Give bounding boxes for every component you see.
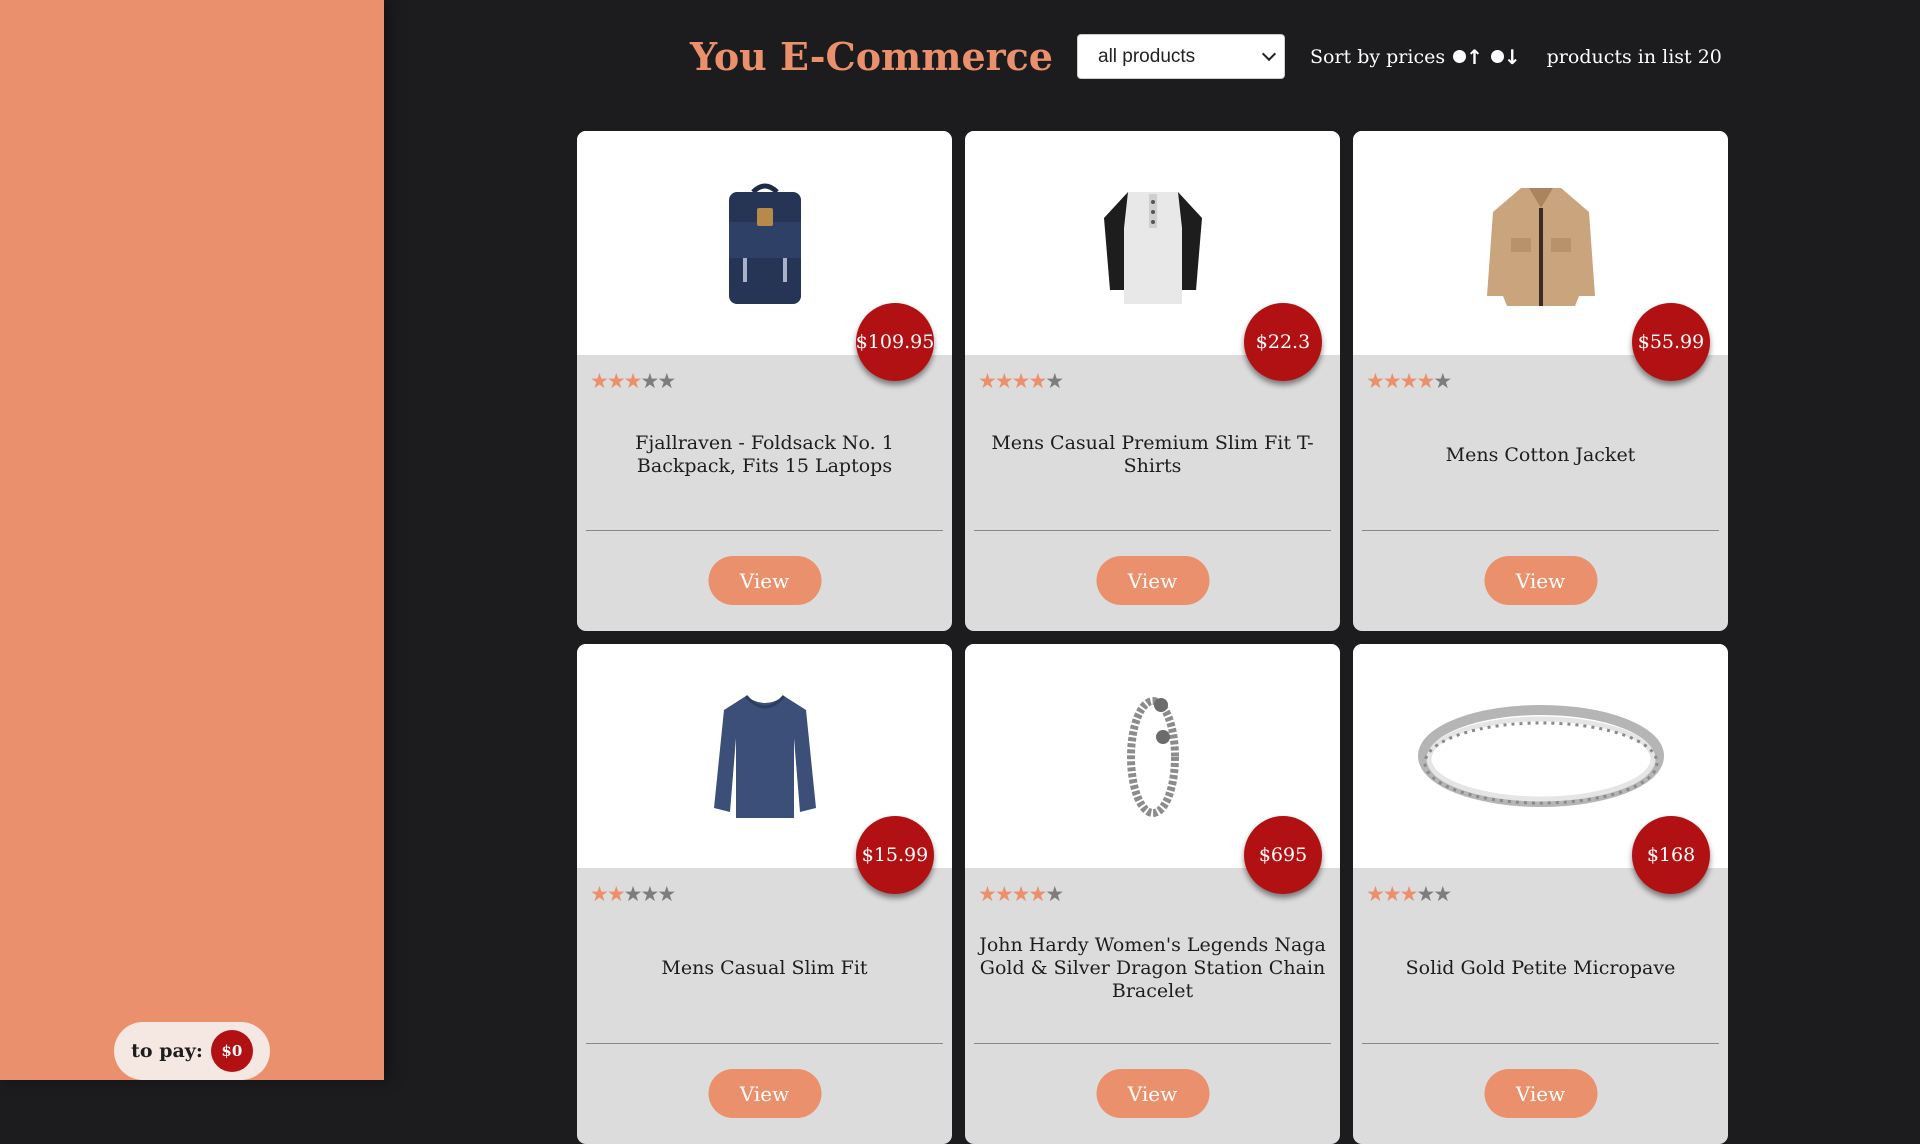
star-icon: ★ [590,369,609,393]
star-icon: ★ [1045,369,1064,393]
arrow-up-icon: ↑ [1466,44,1483,69]
sort-label: Sort by prices [1310,45,1446,68]
price-badge: $22.3 [1244,303,1322,381]
rating-stars: ★★★★★ [1366,369,1452,393]
star-icon: ★ [1399,882,1419,906]
divider [1362,1043,1719,1044]
divider [586,530,943,531]
divider [586,1043,943,1044]
jacket-icon [1486,188,1595,306]
product-name: Mens Casual Premium Slim Fit T-Shirts [991,432,1314,477]
product-card: $109.95 ★★★★★ Fjallraven - Foldsack No. … [577,131,952,631]
rating-stars: ★★★★★ [978,882,1064,906]
view-button[interactable]: View [1484,1069,1597,1118]
chevron-down-icon [1261,46,1277,62]
star-icon: ★ [1433,882,1452,906]
price-badge: $15.99 [856,816,934,894]
star-icon: ★ [978,882,997,906]
star-icon: ★ [606,882,626,906]
star-icon: ★ [606,369,626,393]
product-name: John Hardy Women's Legends Naga Gold & S… [979,933,1326,1002]
bracelet-icon [1126,697,1179,817]
backpack-icon [728,183,801,304]
product-name: Solid Gold Petite Micropave [1405,956,1676,979]
ring-icon [1417,705,1664,807]
star-icon: ★ [657,882,676,906]
star-icon: ★ [1028,882,1047,906]
star-icon: ★ [623,882,643,906]
divider [1362,530,1719,531]
product-card: $55.99 ★★★★★ Mens Cotton Jacket View [1353,131,1728,631]
category-select-value: all products [1098,45,1196,67]
star-icon: ★ [994,882,1014,906]
to-pay-pill[interactable]: to pay: $0 [114,1022,270,1080]
product-name: Fjallraven - Foldsack No. 1 Backpack, Fi… [635,432,894,477]
price-badge: $55.99 [1632,303,1710,381]
star-icon: ★ [640,882,659,906]
star-icon: ★ [1399,369,1419,393]
product-name: Mens Casual Slim Fit [661,956,868,979]
star-icon: ★ [1416,369,1435,393]
star-icon: ★ [1433,369,1452,393]
product-name: Mens Cotton Jacket [1445,443,1636,466]
divider [974,1043,1331,1044]
star-icon: ★ [1366,369,1385,393]
price-badge: $109.95 [856,303,934,381]
star-icon: ★ [1416,882,1435,906]
sort-ascending-radio[interactable] [1453,50,1467,63]
divider [974,530,1331,531]
star-icon: ★ [1382,882,1402,906]
star-icon: ★ [994,369,1014,393]
view-button[interactable]: View [708,1069,821,1118]
star-icon: ★ [640,369,659,393]
arrow-down-icon: ↓ [1503,44,1521,69]
rating-stars: ★★★★★ [978,369,1064,393]
star-icon: ★ [978,369,997,393]
price-badge: $168 [1632,816,1710,894]
star-icon: ★ [590,882,609,906]
star-icon: ★ [1366,882,1385,906]
rating-stars: ★★★★★ [590,369,676,393]
to-pay-amount: $0 [210,1030,253,1072]
star-icon: ★ [1382,369,1402,393]
product-count: products in list 20 [1546,45,1722,68]
product-grid: $109.95 ★★★★★ Fjallraven - Foldsack No. … [577,131,1728,1144]
header: You E-Commerce all products Sort by pric… [690,33,1722,80]
longsleeve-icon [713,694,816,818]
star-icon: ★ [1045,882,1064,906]
rating-stars: ★★★★★ [1366,882,1452,906]
star-icon: ★ [1011,369,1031,393]
star-icon: ★ [657,369,676,393]
view-button[interactable]: View [708,556,821,605]
page-title: You E-Commerce [690,34,1053,79]
star-icon: ★ [1028,369,1047,393]
cart-sidebar: to pay: $0 [0,0,384,1080]
tshirt-icon [1103,192,1202,304]
view-button[interactable]: View [1096,1069,1209,1118]
to-pay-label: to pay: [131,1040,203,1062]
category-select[interactable]: all products [1077,34,1285,79]
sort-descending-radio[interactable] [1490,50,1504,63]
star-icon: ★ [1011,882,1031,906]
product-card: $168 ★★★★★ Solid Gold Petite Micropave V… [1353,644,1728,1144]
view-button[interactable]: View [1096,556,1209,605]
star-icon: ★ [623,369,643,393]
product-card: $15.99 ★★★★★ Mens Casual Slim Fit View [577,644,952,1144]
view-button[interactable]: View [1484,556,1597,605]
price-badge: $695 [1244,816,1322,894]
rating-stars: ★★★★★ [590,882,676,906]
product-card: $695 ★★★★★ John Hardy Women's Legends Na… [965,644,1340,1144]
product-card: $22.3 ★★★★★ Mens Casual Premium Slim Fit… [965,131,1340,631]
